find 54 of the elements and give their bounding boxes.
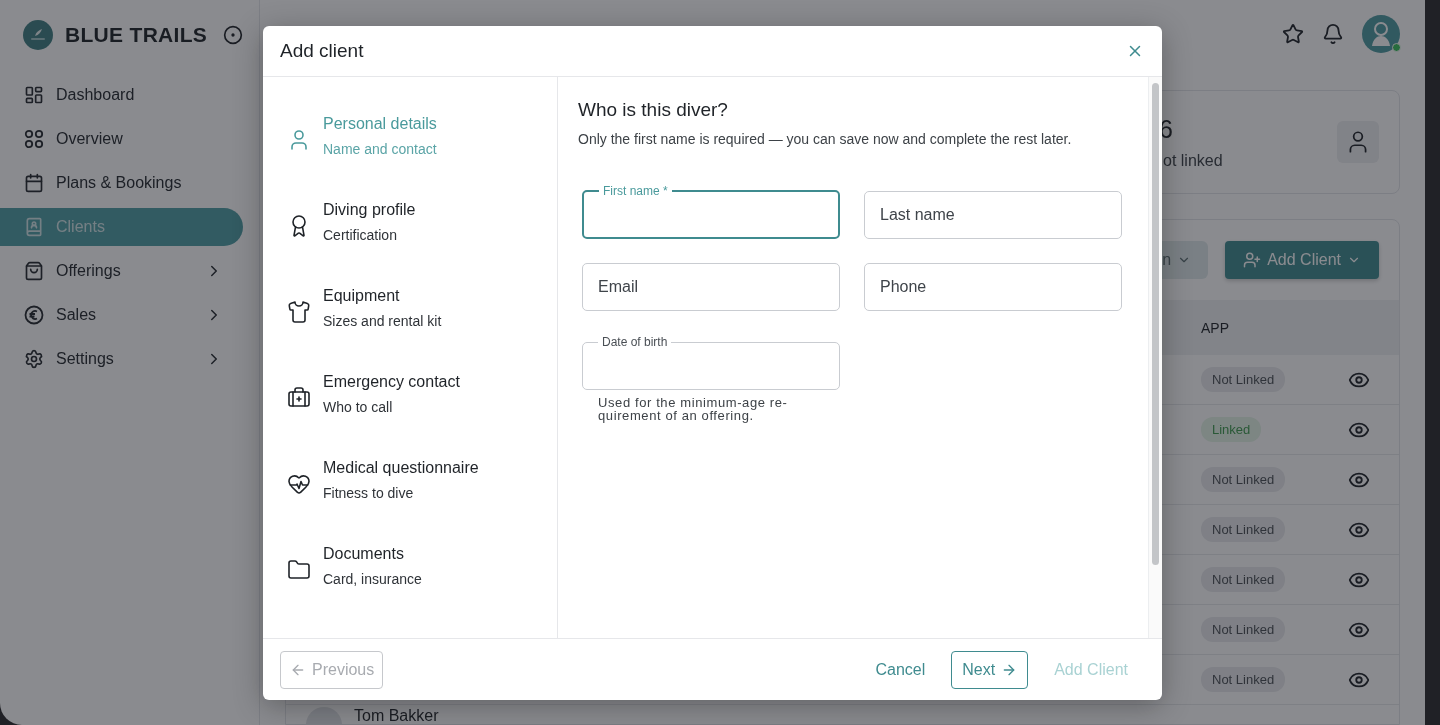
text-field[interactable]: Date of birth xyxy=(582,335,840,390)
medical-kit-icon xyxy=(287,386,311,410)
status-badge: Not Linked xyxy=(1201,467,1286,492)
step-item[interactable]: Personal details Name and contact xyxy=(287,115,557,201)
bell-icon[interactable] xyxy=(1322,23,1344,45)
nav-item[interactable]: Settings xyxy=(0,340,243,378)
dashboard-icon xyxy=(24,85,44,105)
step-item[interactable]: Medical questionnaire Fitness to dive xyxy=(287,459,557,545)
client-name: Tom Bakker xyxy=(354,707,439,724)
section-heading: Who is this diver? xyxy=(578,99,729,121)
user-icon xyxy=(1337,121,1379,163)
step-item[interactable]: Diving profile Certification xyxy=(287,201,557,287)
stat-label: ot linked xyxy=(1162,151,1224,170)
text-field[interactable]: Email xyxy=(582,263,840,311)
add-client-button[interactable]: Add Client xyxy=(1225,241,1379,279)
online-dot-icon xyxy=(1392,43,1401,52)
step-item[interactable]: Emergency contact Who to call xyxy=(287,373,557,459)
contact-book-icon xyxy=(24,217,44,237)
status-badge: Linked xyxy=(1201,417,1262,442)
brand-name: BLUE TRAILS xyxy=(65,23,209,47)
settings-icon xyxy=(24,349,44,369)
logo-icon xyxy=(23,20,53,50)
dialog-title: Add client xyxy=(280,40,364,62)
helper-text: Used for the minimum-age re-quirement of an offering. xyxy=(598,396,789,422)
status-badge: Not Linked xyxy=(1201,617,1286,642)
cancel-button[interactable]: Cancel xyxy=(871,660,930,679)
star-icon[interactable] xyxy=(1282,23,1304,45)
column-header: APP xyxy=(1200,319,1230,336)
nav-item[interactable]: Sales xyxy=(0,296,243,334)
bag-icon xyxy=(24,261,44,281)
nav-item[interactable]: Overview xyxy=(0,120,243,158)
nav-item[interactable]: Offerings xyxy=(0,252,243,290)
text-field[interactable]: First name * xyxy=(582,184,840,239)
step-item[interactable]: Equipment Sizes and rental kit xyxy=(287,287,557,373)
status-badge: Not Linked xyxy=(1201,517,1286,542)
calendar-icon xyxy=(24,173,44,193)
scrollbar[interactable] xyxy=(1148,77,1162,638)
add-user-icon xyxy=(1243,251,1262,269)
step-item[interactable]: Documents Card, insurance xyxy=(287,545,557,631)
status-badge: Not Linked xyxy=(1201,367,1286,392)
next-button[interactable]: Next xyxy=(951,650,1029,689)
shirt-icon xyxy=(287,300,311,324)
euro-icon xyxy=(24,305,44,325)
nav-item[interactable]: Plans & Bookings xyxy=(0,164,243,202)
folder-icon xyxy=(287,558,311,582)
intro-text: Only the first name is required — you can save now and complete the rest later. xyxy=(578,131,1073,147)
text-field[interactable]: Last name xyxy=(864,191,1122,239)
radio-icon[interactable] xyxy=(223,25,243,45)
status-badge: Not Linked xyxy=(1201,567,1286,592)
status-badge: Not Linked xyxy=(1201,667,1286,692)
heart-pulse-icon xyxy=(287,472,311,496)
text-field[interactable]: Phone xyxy=(864,263,1122,311)
circles-grid-icon xyxy=(24,129,44,149)
nav-item[interactable]: Dashboard xyxy=(0,76,243,114)
